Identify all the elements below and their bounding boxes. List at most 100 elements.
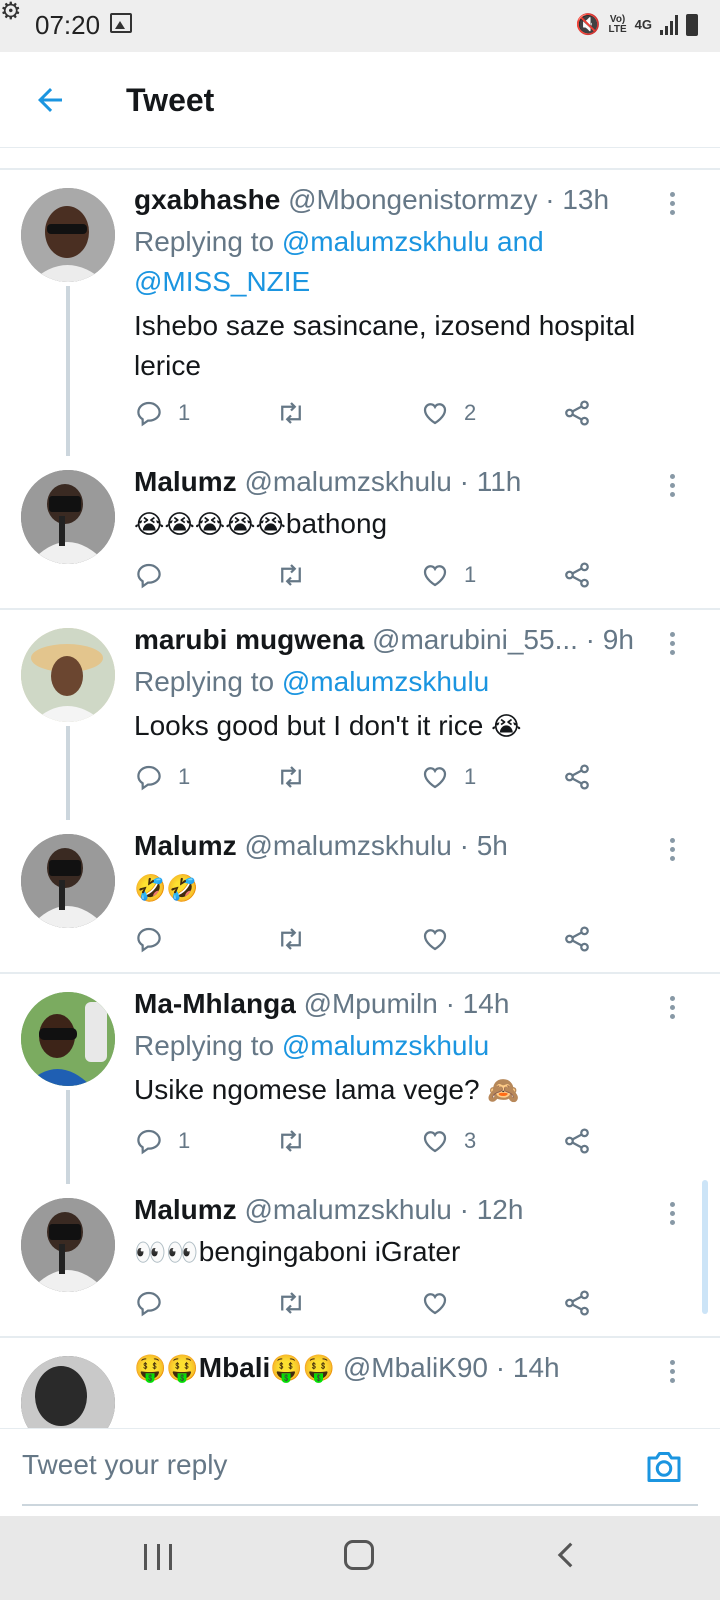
share-icon [565,764,589,790]
mention-link[interactable]: @malumzskhulu [282,666,489,697]
like-count: 1 [464,562,477,587]
scrollbar-thumb[interactable] [702,1180,708,1314]
more-icon[interactable] [670,1360,676,1384]
retweet-button[interactable] [276,398,306,428]
back-arrow-icon[interactable] [32,82,68,118]
author-name[interactable]: Malumz [134,466,237,497]
tweet-header: gxabhashe @Mbongenistormzy · 13h [134,184,660,216]
tweet-header: 🤑🤑Mbali🤑🤑 @MbaliK90 · 14h [134,1352,560,1384]
retweet-button[interactable] [276,762,306,792]
avatar[interactable] [21,1198,115,1292]
retweet-button[interactable] [276,924,306,954]
like-button[interactable]: 2 [420,398,476,428]
reply-button[interactable] [134,560,178,590]
like-button[interactable]: 1 [420,560,476,590]
tweet-text: Looks good but I don't it rice 😭 [134,710,522,742]
tweet-actions [134,924,614,960]
reply-button[interactable] [134,1288,178,1318]
reply-tweet[interactable]: 🤑🤑Mbali🤑🤑 @MbaliK90 · 14h [0,1338,720,1428]
share-button[interactable] [562,924,592,954]
reply-icon [137,1291,161,1317]
reply-tweet[interactable]: Malumz @malumzskhulu · 12h 👀👀bengingabon… [0,1180,720,1336]
emoji: 👀👀 [134,1238,199,1268]
tweet-text: Usike ngomese lama vege? 🙈 [134,1074,520,1106]
share-button[interactable] [562,560,592,590]
retweet-button[interactable] [276,1126,306,1156]
like-button[interactable] [420,1288,464,1318]
reply-icon [137,1129,161,1155]
thread-line [66,286,70,456]
like-count: 1 [464,764,477,789]
more-icon[interactable] [670,192,676,216]
home-icon[interactable] [344,1540,374,1570]
reply-count: 1 [178,764,191,789]
replying-to: Replying to @malumzskhulu and @MISS_NZIE [134,226,544,297]
reply-input[interactable]: Tweet your reply [22,1449,227,1481]
retweet-button[interactable] [276,1288,306,1318]
author-name[interactable]: marubi mugwena [134,624,364,655]
tweet-header: Ma-Mhlanga @Mpumiln · 14h [134,988,660,1020]
avatar[interactable] [21,992,115,1086]
input-underline [22,1504,698,1506]
more-icon[interactable] [670,474,676,498]
reply-tweet[interactable]: marubi mugwena @marubini_55... · 9h Repl… [0,610,720,820]
share-button[interactable] [562,1126,592,1156]
camera-icon[interactable] [644,1449,684,1485]
network-type: 4G [634,17,652,32]
recent-apps-icon[interactable] [144,1544,172,1570]
avatar[interactable] [21,628,115,722]
like-icon [423,1131,447,1153]
reply-tweet[interactable]: gxabhashe @Mbongenistormzy · 13h Replyin… [0,170,720,456]
author-name[interactable]: Malumz [134,830,237,861]
like-button[interactable]: 1 [420,762,476,792]
reply-tweet[interactable]: Malumz @malumzskhulu · 5h 🤣🤣 [0,816,720,972]
like-button[interactable] [420,924,464,954]
nav-back-icon[interactable] [550,1538,584,1572]
author-name[interactable]: gxabhashe [134,184,280,215]
reply-button[interactable]: 1 [134,762,190,792]
like-button[interactable]: 3 [420,1126,476,1156]
share-icon [565,1128,589,1154]
top-app-bar: Tweet [0,52,720,148]
author-name[interactable]: Ma-Mhlanga [134,988,296,1019]
author-handle: @MbaliK90 · 14h [342,1352,560,1383]
avatar[interactable] [21,188,115,282]
more-icon[interactable] [670,1202,676,1226]
author-name[interactable]: Malumz [134,1194,237,1225]
reply-tweet[interactable]: Ma-Mhlanga @Mpumiln · 14h Replying to @m… [0,974,720,1184]
tweet-actions: 1 2 [134,398,614,434]
more-icon[interactable] [670,632,676,656]
retweet-button[interactable] [276,560,306,590]
author-name[interactable]: Mbali [199,1352,271,1383]
retweet-icon [281,1130,301,1152]
avatar[interactable] [21,470,115,564]
reply-button[interactable] [134,924,178,954]
share-button[interactable] [562,762,592,792]
retweet-icon [281,928,301,950]
share-button[interactable] [562,1288,592,1318]
replies-feed[interactable]: gxabhashe @Mbongenistormzy · 13h Replyin… [0,170,720,1428]
tweet-actions [134,1288,614,1324]
status-icons: 🔇 Vo) LTE 4G [576,12,698,37]
author-handle: @marubini_55... · 9h [372,624,634,655]
reply-tweet[interactable]: Malumz @malumzskhulu · 11h 😭😭😭😭😭bathong … [0,452,720,608]
reply-button[interactable]: 1 [134,398,190,428]
author-handle: @Mpumiln · 14h [303,988,510,1019]
like-icon [423,565,447,587]
battery-icon [686,13,698,36]
avatar[interactable] [21,1356,115,1428]
like-count: 3 [464,1128,477,1153]
retweet-icon [281,1292,301,1314]
page-title: Tweet [126,82,215,118]
mention-link[interactable]: @malumzskhulu [282,1030,489,1061]
like-icon [423,929,447,951]
more-icon[interactable] [670,838,676,862]
tweet-actions: 1 [134,560,614,596]
reply-icon [137,563,161,589]
share-button[interactable] [562,398,592,428]
avatar[interactable] [21,834,115,928]
retweet-icon [281,402,301,424]
reply-button[interactable]: 1 [134,1126,190,1156]
more-icon[interactable] [670,996,676,1020]
replying-to: Replying to @malumzskhulu [134,1030,490,1061]
